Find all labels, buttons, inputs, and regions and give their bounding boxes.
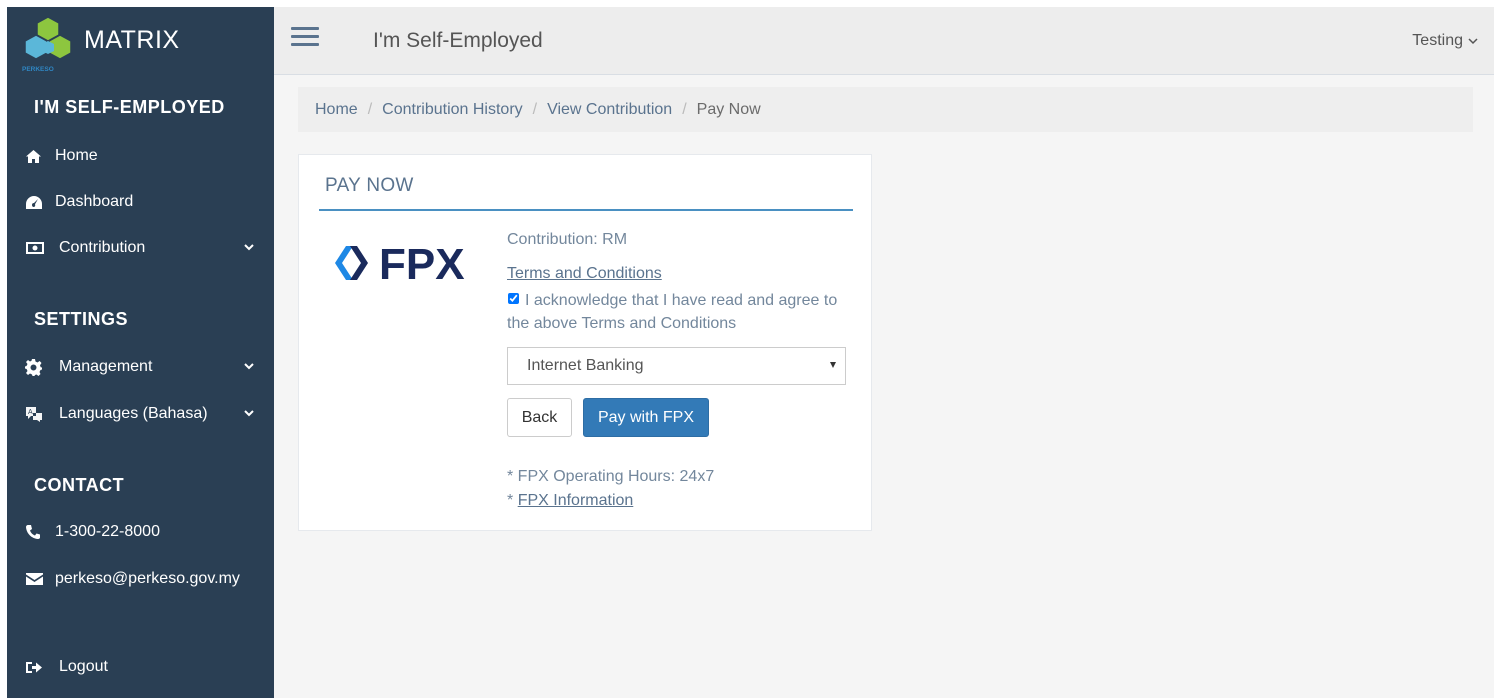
app-frame: PERKESO MATRIX I'M SELF-EMPLOYED Home Da… — [7, 7, 1494, 698]
caret-down-icon — [830, 362, 836, 368]
section-title-contact: CONTACT — [34, 475, 125, 495]
payment-method-value: Internet Banking — [527, 357, 644, 374]
payment-method-select[interactable]: Internet Banking — [507, 347, 846, 385]
dashboard-icon — [25, 193, 47, 211]
sidebar-item-languages[interactable]: A Languages (Bahasa) — [25, 401, 255, 427]
gear-icon — [25, 358, 47, 376]
fpx-logo: FPX — [335, 240, 465, 289]
svg-text:A: A — [28, 409, 33, 416]
breadcrumb-contribution-history[interactable]: Contribution History — [382, 101, 523, 119]
sidebar-item-label: Management — [59, 358, 153, 375]
breadcrumb-separator: / — [367, 100, 373, 118]
sidebar-item-label: Dashboard — [55, 193, 134, 210]
section-title-settings: SETTINGS — [34, 309, 129, 329]
chevron-down-icon — [243, 359, 255, 371]
sidebar-item-dashboard[interactable]: Dashboard — [25, 189, 255, 215]
terms-link[interactable]: Terms and Conditions — [507, 265, 662, 283]
home-icon — [25, 147, 47, 165]
sidebar-item-label: perkeso@perkeso.gov.my — [55, 570, 240, 587]
chevron-down-icon — [1468, 38, 1478, 45]
chevron-down-icon — [243, 240, 255, 252]
language-icon: A — [25, 405, 47, 423]
sidebar-item-management[interactable]: Management — [25, 354, 255, 380]
sidebar-item-label: 1-300-22-8000 — [55, 523, 160, 540]
sidebar: PERKESO MATRIX I'M SELF-EMPLOYED Home Da… — [7, 7, 274, 698]
page-title: I'm Self-Employed — [373, 29, 543, 52]
brand[interactable]: PERKESO MATRIX — [7, 7, 274, 75]
acknowledge-text: I acknowledge that I have read and agree… — [507, 292, 838, 332]
brand-name: MATRIX — [84, 26, 180, 54]
money-icon — [25, 239, 47, 257]
breadcrumb: Home / Contribution History / View Contr… — [298, 87, 1473, 132]
sidebar-item-label: Home — [55, 147, 98, 164]
pay-now-panel: PAY NOW FPX Contribution: RM Terms and C… — [298, 154, 872, 531]
panel-title: PAY NOW — [325, 175, 414, 196]
phone-icon — [25, 523, 47, 541]
sign-out-icon — [25, 658, 47, 676]
sidebar-item-contribution[interactable]: Contribution — [25, 235, 255, 261]
sidebar-item-home[interactable]: Home — [25, 143, 255, 169]
breadcrumb-separator: / — [532, 100, 538, 118]
user-name: Testing — [1412, 32, 1463, 49]
fpx-operating-hours: * FPX Operating Hours: 24x7 — [507, 468, 715, 485]
fpx-information-link[interactable]: FPX Information — [518, 492, 634, 509]
breadcrumb-view-contribution[interactable]: View Contribution — [547, 101, 672, 119]
breadcrumb-separator: / — [682, 100, 687, 118]
breadcrumb-home[interactable]: Home — [315, 101, 358, 119]
pay-with-fpx-button[interactable]: Pay with FPX — [583, 398, 709, 437]
user-menu[interactable]: Testing — [1412, 32, 1478, 50]
panel-divider — [319, 209, 853, 211]
breadcrumb-current: Pay Now — [696, 100, 761, 118]
sidebar-item-logout[interactable]: Logout — [25, 654, 255, 680]
sidebar-item-label: Logout — [59, 658, 108, 675]
contribution-amount: Contribution: RM — [507, 231, 628, 248]
sidebar-item-label: Contribution — [59, 239, 146, 256]
acknowledge-row: I acknowledge that I have read and agree… — [507, 289, 847, 335]
top-navbar: I'm Self-Employed Testing — [274, 7, 1494, 75]
sidebar-item-phone[interactable]: 1-300-22-8000 — [25, 519, 255, 545]
menu-toggle-icon[interactable] — [291, 27, 319, 51]
logo-sub-text: PERKESO — [22, 66, 54, 73]
chevron-down-icon — [243, 406, 255, 418]
perkeso-logo-icon: PERKESO — [22, 16, 72, 73]
sidebar-item-label: Languages (Bahasa) — [59, 405, 208, 422]
acknowledge-checkbox[interactable] — [508, 293, 519, 304]
envelope-icon — [25, 570, 47, 588]
sidebar-item-email[interactable]: perkeso@perkeso.gov.my — [25, 566, 255, 592]
fpx-info-row: * FPX Information — [507, 492, 633, 510]
info-prefix: * — [507, 492, 514, 509]
fpx-logo-text: FPX — [379, 240, 465, 289]
section-title-main: I'M SELF-EMPLOYED — [34, 97, 225, 117]
back-button[interactable]: Back — [507, 398, 572, 437]
